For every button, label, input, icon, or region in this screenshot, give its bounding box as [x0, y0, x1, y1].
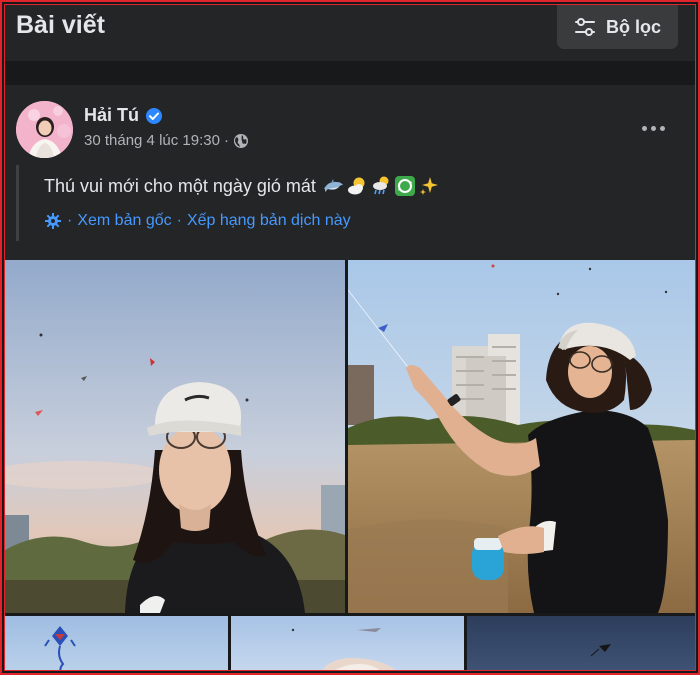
- photo-1[interactable]: [5, 260, 345, 613]
- post-text-row: Thú vui mới cho một ngày gió mát: [44, 175, 440, 197]
- verified-badge-icon: [146, 107, 163, 124]
- recycle-icon: [394, 176, 415, 196]
- translation-row: · Xem bản gốc · Xếp hạng bản dịch này: [44, 212, 351, 230]
- feed-gap: [5, 61, 695, 85]
- translate-separator: ·: [176, 212, 182, 229]
- rate-translation-link[interactable]: Xếp hạng bản dịch này: [187, 212, 351, 230]
- page: Bài viết Bộ lọc Hải Tú 30 tháng 4 lúc 19…: [5, 5, 695, 670]
- meta-separator: ·: [223, 132, 229, 149]
- author-name[interactable]: Hải Tú: [84, 105, 139, 126]
- section-header: Bài viết Bộ lọc: [5, 5, 695, 61]
- photo-grid: [5, 260, 695, 670]
- filter-button[interactable]: Bộ lọc: [557, 5, 678, 49]
- more-dot: [641, 125, 647, 131]
- post-card: Hải Tú 30 tháng 4 lúc 19:30 · Thú vui mớ…: [5, 85, 695, 670]
- photo-5[interactable]: [467, 616, 695, 670]
- author-row: Hải Tú: [84, 105, 163, 126]
- more-options-button[interactable]: [633, 113, 673, 143]
- photo-3[interactable]: [5, 616, 228, 670]
- section-title: Bài viết: [16, 11, 105, 39]
- post-text: Thú vui mới cho một ngày gió mát: [44, 175, 316, 196]
- globe-icon[interactable]: [233, 133, 249, 149]
- sliders-icon: [575, 18, 595, 36]
- filter-label: Bộ lọc: [606, 16, 662, 37]
- avatar-image: [16, 101, 73, 158]
- post-timestamp[interactable]: 30 tháng 4 lúc 19:30: [84, 132, 220, 149]
- photo-4[interactable]: [231, 616, 464, 670]
- post-meta: 30 tháng 4 lúc 19:30 ·: [84, 132, 249, 149]
- avatar[interactable]: [16, 101, 73, 158]
- gear-icon[interactable]: [44, 212, 62, 230]
- photo-2[interactable]: [348, 260, 695, 613]
- sparkles-icon: [419, 177, 438, 195]
- sun-behind-cloud-icon: [347, 177, 365, 195]
- translation-quote-bar: [16, 165, 19, 241]
- more-dot: [650, 125, 656, 131]
- translate-separator: ·: [67, 212, 73, 229]
- dolphin-icon: [323, 179, 343, 192]
- see-original-link[interactable]: Xem bản gốc: [77, 212, 171, 230]
- more-dot: [659, 125, 665, 131]
- sun-behind-rain-cloud-icon: [372, 176, 389, 195]
- emoji-row: [322, 175, 440, 197]
